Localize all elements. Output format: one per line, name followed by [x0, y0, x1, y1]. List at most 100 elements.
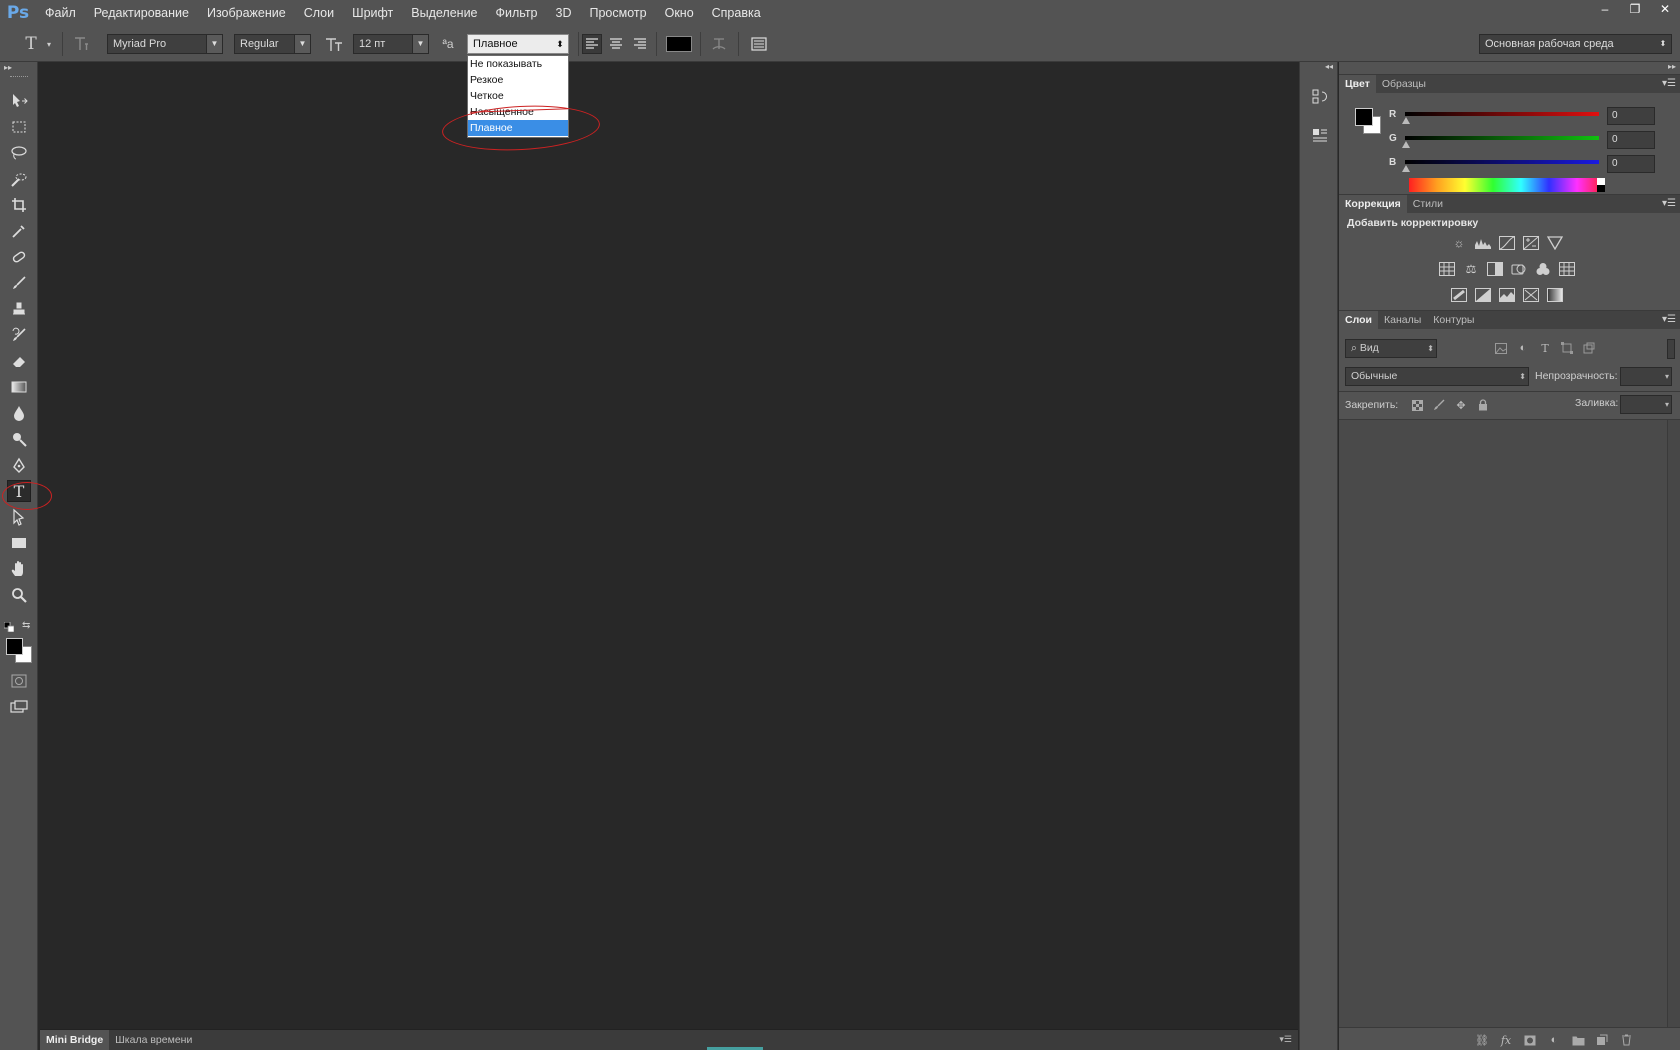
- antialias-option-crisp[interactable]: Четкое: [468, 88, 568, 104]
- layers-list[interactable]: [1339, 420, 1667, 1027]
- tool-preset-icon[interactable]: T: [18, 34, 44, 54]
- slider-green-track[interactable]: [1405, 136, 1599, 140]
- new-adjustment-layer-icon[interactable]: ◐: [1547, 1033, 1561, 1047]
- photo-filter-icon[interactable]: [1511, 262, 1527, 276]
- properties-panel-icon[interactable]: [1309, 124, 1331, 146]
- menu-select[interactable]: Выделение: [402, 0, 486, 26]
- antialias-select[interactable]: Плавное ⬍: [467, 34, 569, 54]
- opacity-input[interactable]: ▾: [1620, 367, 1672, 386]
- tab-layers[interactable]: Слои: [1339, 311, 1378, 329]
- layer-style-icon[interactable]: fx: [1499, 1033, 1513, 1047]
- gradient-map-icon[interactable]: [1547, 288, 1563, 302]
- crop-tool-icon[interactable]: [7, 194, 31, 216]
- fill-input[interactable]: ▾: [1620, 395, 1672, 414]
- antialias-option-sharp[interactable]: Резкое: [468, 72, 568, 88]
- invert-icon[interactable]: [1451, 288, 1467, 302]
- filter-type-icon[interactable]: T: [1538, 341, 1552, 355]
- menu-type[interactable]: Шрифт: [343, 0, 402, 26]
- layers-scrollbar[interactable]: [1667, 420, 1680, 1027]
- layer-filter-select[interactable]: ⌕ Вид ⬍: [1345, 339, 1437, 358]
- minimize-button[interactable]: –: [1590, 0, 1620, 18]
- slider-blue-value[interactable]: 0: [1607, 155, 1655, 173]
- eraser-tool-icon[interactable]: [7, 350, 31, 372]
- vibrance-icon[interactable]: [1547, 236, 1563, 250]
- hand-tool-icon[interactable]: [7, 558, 31, 580]
- align-center-icon[interactable]: [606, 34, 626, 54]
- channel-mixer-icon[interactable]: [1535, 262, 1551, 276]
- posterize-icon[interactable]: [1475, 288, 1491, 302]
- color-balance-icon[interactable]: ⚖: [1463, 262, 1479, 276]
- color-spectrum-bar[interactable]: [1409, 178, 1605, 192]
- align-right-icon[interactable]: [630, 34, 650, 54]
- screen-mode-icon[interactable]: [7, 696, 31, 718]
- history-panel-icon[interactable]: [1309, 86, 1331, 108]
- dodge-tool-icon[interactable]: [7, 428, 31, 450]
- panel-menu-icon[interactable]: ▾☰: [1279, 1034, 1292, 1045]
- gradient-tool-icon[interactable]: [7, 376, 31, 398]
- tool-preset-dropdown-icon[interactable]: ▾: [44, 34, 54, 54]
- rectangle-tool-icon[interactable]: [7, 532, 31, 554]
- black-white-icon[interactable]: [1487, 262, 1503, 276]
- tab-color[interactable]: Цвет: [1339, 75, 1376, 93]
- menu-edit[interactable]: Редактирование: [85, 0, 198, 26]
- tab-paths[interactable]: Контуры: [1427, 311, 1480, 329]
- slider-red-track[interactable]: [1405, 112, 1599, 116]
- document-canvas-area[interactable]: [40, 62, 1298, 1030]
- filter-pixel-icon[interactable]: [1494, 341, 1508, 355]
- workspace-select[interactable]: Основная рабочая среда ⬍: [1479, 34, 1672, 54]
- tab-swatches[interactable]: Образцы: [1376, 75, 1432, 93]
- curves-icon[interactable]: [1499, 236, 1515, 250]
- filter-shape-icon[interactable]: [1560, 341, 1574, 355]
- eyedropper-tool-icon[interactable]: [7, 220, 31, 242]
- filter-adjustment-icon[interactable]: ◐: [1516, 341, 1530, 355]
- font-size-select[interactable]: 12 пт ▼: [353, 34, 429, 54]
- pen-tool-icon[interactable]: [7, 454, 31, 476]
- font-family-select[interactable]: Myriad Pro ▼: [107, 34, 223, 54]
- slider-blue-track[interactable]: [1405, 160, 1599, 164]
- menu-file[interactable]: Файл: [36, 0, 85, 26]
- slider-red-thumb[interactable]: [1402, 117, 1410, 124]
- antialias-option-none[interactable]: Не показывать: [468, 56, 568, 72]
- menu-filter[interactable]: Фильтр: [487, 0, 547, 26]
- clone-stamp-tool-icon[interactable]: [7, 298, 31, 320]
- dock-collapse-icon[interactable]: ◂◂: [1325, 62, 1333, 71]
- lock-pixels-icon[interactable]: [1432, 398, 1446, 412]
- text-color-swatch[interactable]: [666, 36, 692, 52]
- slider-red-value[interactable]: 0: [1607, 107, 1655, 125]
- menu-layers[interactable]: Слои: [295, 0, 343, 26]
- panel-menu-icon[interactable]: ▾☰: [1662, 311, 1676, 329]
- rect-marquee-tool-icon[interactable]: [7, 116, 31, 138]
- hue-saturation-icon[interactable]: [1439, 262, 1455, 276]
- new-layer-icon[interactable]: [1595, 1033, 1609, 1047]
- add-mask-icon[interactable]: [1523, 1033, 1537, 1047]
- swap-colors-icon[interactable]: ⇆: [22, 620, 34, 632]
- toolbar-collapse-icon[interactable]: ▸▸: [0, 62, 37, 74]
- delete-layer-icon[interactable]: [1619, 1033, 1633, 1047]
- brightness-icon[interactable]: ☼: [1451, 236, 1467, 250]
- exposure-icon[interactable]: [1523, 236, 1539, 250]
- lock-all-icon[interactable]: [1476, 398, 1490, 412]
- tab-channels[interactable]: Каналы: [1378, 311, 1427, 329]
- menu-help[interactable]: Справка: [703, 0, 770, 26]
- new-group-icon[interactable]: [1571, 1033, 1585, 1047]
- foreground-color-swatch[interactable]: [6, 638, 23, 655]
- threshold-icon[interactable]: [1499, 288, 1515, 302]
- default-colors-icon[interactable]: [3, 621, 15, 633]
- close-button[interactable]: ✕: [1650, 0, 1680, 18]
- selective-color-icon[interactable]: [1523, 288, 1539, 302]
- tab-mini-bridge[interactable]: Mini Bridge: [40, 1030, 110, 1050]
- lock-transparency-icon[interactable]: [1410, 398, 1424, 412]
- slider-green-thumb[interactable]: [1402, 141, 1410, 148]
- align-left-icon[interactable]: [582, 34, 602, 54]
- slider-green-value[interactable]: 0: [1607, 131, 1655, 149]
- blur-tool-icon[interactable]: [7, 402, 31, 424]
- tab-adjustments[interactable]: Коррекция: [1339, 195, 1407, 213]
- panels-collapse-icon[interactable]: ▸▸: [1668, 62, 1676, 71]
- menu-3d[interactable]: 3D: [547, 0, 581, 26]
- brush-tool-icon[interactable]: [7, 272, 31, 294]
- font-style-select[interactable]: Regular ▼: [234, 34, 311, 54]
- slider-blue-thumb[interactable]: [1402, 165, 1410, 172]
- panel-menu-icon[interactable]: ▾☰: [1662, 75, 1676, 93]
- lasso-tool-icon[interactable]: [7, 142, 31, 164]
- menu-view[interactable]: Просмотр: [581, 0, 656, 26]
